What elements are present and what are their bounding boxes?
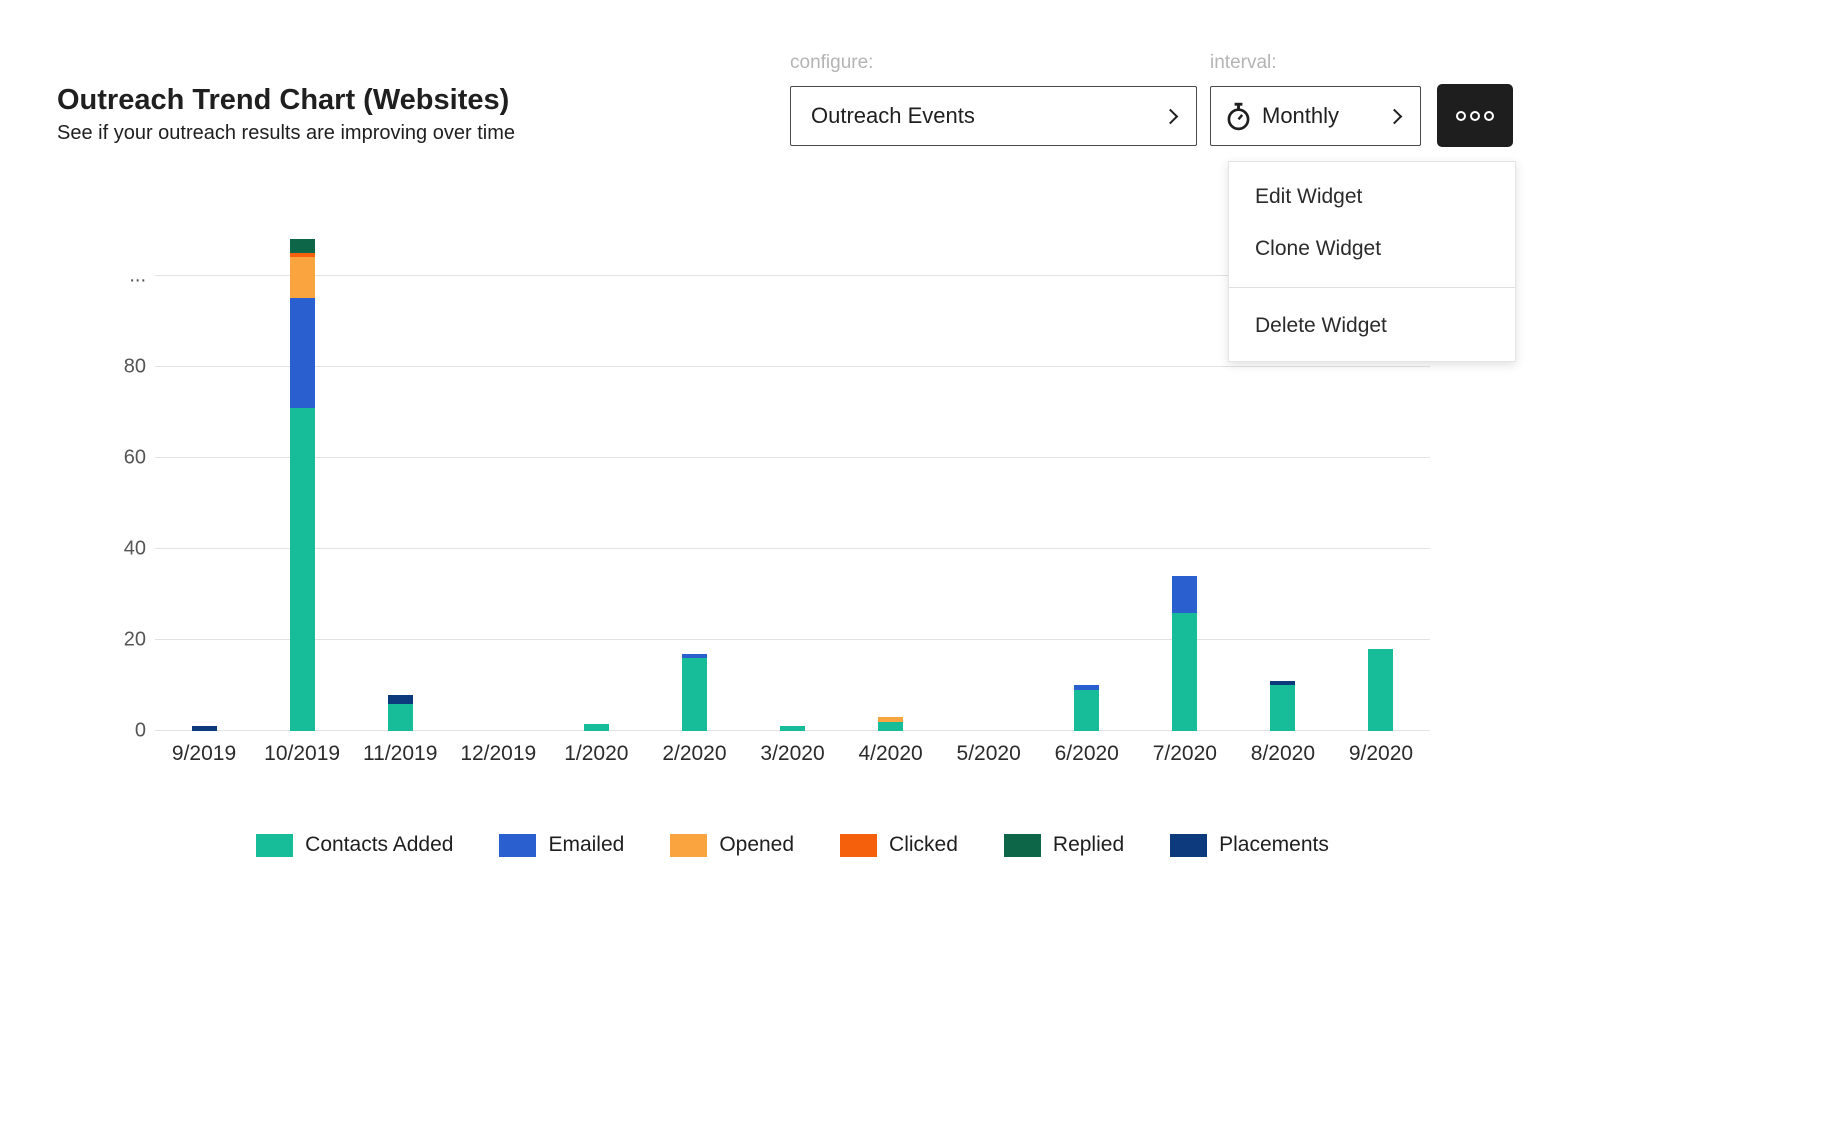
bar-segment-opened	[878, 717, 903, 722]
bar-segment-contacts-added	[388, 704, 413, 731]
x-axis-tick-label: 5/2020	[940, 742, 1038, 766]
bar-segment-placements	[388, 695, 413, 704]
bar-segment-emailed	[1172, 576, 1197, 612]
legend-item-clicked: Clicked	[840, 833, 958, 857]
legend-item-replied: Replied	[1004, 833, 1124, 857]
bar-segment-clicked	[290, 253, 315, 258]
legend-swatch	[256, 834, 293, 857]
gridline	[155, 548, 1430, 549]
menu-item-delete-widget[interactable]: Delete Widget	[1229, 300, 1515, 352]
bar-segment-contacts-added	[1368, 649, 1393, 731]
y-axis-tick-label: 80	[86, 355, 146, 378]
y-axis-tick-label: 40	[86, 537, 146, 560]
x-axis-tick-label: 10/2019	[253, 742, 351, 766]
bar-segment-contacts-added	[878, 722, 903, 731]
configure-label: configure:	[790, 52, 873, 74]
bar-segment-contacts-added	[584, 724, 609, 731]
bar-segment-opened	[290, 257, 315, 298]
more-actions-button[interactable]	[1437, 84, 1513, 147]
gridline	[155, 366, 1430, 367]
outreach-trend-widget: Outreach Trend Chart (Websites) See if y…	[0, 0, 1842, 1128]
y-axis-tick-label: 20	[86, 628, 146, 651]
x-axis-tick-label: 11/2019	[351, 742, 449, 766]
bar-segment-placements	[1270, 681, 1295, 686]
x-axis-tick-label: 12/2019	[449, 742, 547, 766]
y-axis-tick-label: 60	[86, 446, 146, 469]
gridline	[155, 457, 1430, 458]
bar-segment-emailed	[682, 654, 707, 659]
chevron-right-icon	[1387, 108, 1403, 124]
legend-label: Clicked	[889, 833, 958, 857]
legend-label: Opened	[719, 833, 794, 857]
y-axis-tick-label: ...	[86, 264, 146, 287]
x-axis-tick-label: 8/2020	[1234, 742, 1332, 766]
bar-segment-replied	[290, 239, 315, 253]
legend-item-placements: Placements	[1170, 833, 1329, 857]
legend-label: Replied	[1053, 833, 1124, 857]
legend-label: Emailed	[548, 833, 624, 857]
stopwatch-icon	[1225, 102, 1252, 131]
interval-dropdown[interactable]: Monthly	[1210, 86, 1421, 146]
x-axis-tick-label: 4/2020	[842, 742, 940, 766]
x-axis-tick-label: 7/2020	[1136, 742, 1234, 766]
legend-swatch	[1170, 834, 1207, 857]
x-axis-tick-label: 6/2020	[1038, 742, 1136, 766]
x-axis-tick-label: 3/2020	[743, 742, 841, 766]
menu-item-edit-widget[interactable]: Edit Widget	[1229, 171, 1515, 223]
bar-segment-emailed	[1074, 685, 1099, 690]
bar-segment-placements	[192, 726, 217, 731]
legend-swatch	[1004, 834, 1041, 857]
configure-value: Outreach Events	[811, 103, 975, 129]
x-axis-tick-label: 9/2020	[1332, 742, 1430, 766]
x-axis-labels: 9/201910/201911/201912/20191/20202/20203…	[155, 742, 1430, 766]
legend-swatch	[840, 834, 877, 857]
bar-segment-contacts-added	[290, 408, 315, 731]
chevron-right-icon	[1163, 108, 1179, 124]
chart-legend: Contacts Added Emailed Opened Clicked Replie…	[155, 833, 1430, 857]
legend-item-opened: Opened	[670, 833, 794, 857]
page-title: Outreach Trend Chart (Websites)	[57, 84, 509, 117]
y-axis-tick-label: 0	[86, 720, 146, 743]
legend-swatch	[499, 834, 536, 857]
interval-label: interval:	[1210, 52, 1277, 74]
bar-segment-contacts-added	[682, 658, 707, 731]
legend-item-emailed: Emailed	[499, 833, 624, 857]
bar-segment-emailed	[290, 298, 315, 407]
bar-segment-contacts-added	[780, 726, 805, 731]
configure-dropdown[interactable]: Outreach Events	[790, 86, 1197, 146]
x-axis-tick-label: 9/2019	[155, 742, 253, 766]
menu-divider	[1229, 287, 1515, 288]
x-axis-tick-label: 1/2020	[547, 742, 645, 766]
legend-item-contacts-added: Contacts Added	[256, 833, 453, 857]
bar-segment-contacts-added	[1074, 690, 1099, 731]
page-subtitle: See if your outreach results are improvi…	[57, 122, 515, 145]
menu-item-clone-widget[interactable]: Clone Widget	[1229, 223, 1515, 275]
kebab-icon	[1456, 111, 1494, 121]
bar-segment-contacts-added	[1270, 685, 1295, 731]
legend-label: Placements	[1219, 833, 1329, 857]
interval-value: Monthly	[1262, 103, 1339, 129]
x-axis-tick-label: 2/2020	[645, 742, 743, 766]
gridline	[155, 639, 1430, 640]
widget-actions-menu: Edit Widget Clone Widget Delete Widget	[1228, 161, 1516, 362]
legend-swatch	[670, 834, 707, 857]
bar-segment-contacts-added	[1172, 613, 1197, 731]
legend-label: Contacts Added	[305, 833, 453, 857]
